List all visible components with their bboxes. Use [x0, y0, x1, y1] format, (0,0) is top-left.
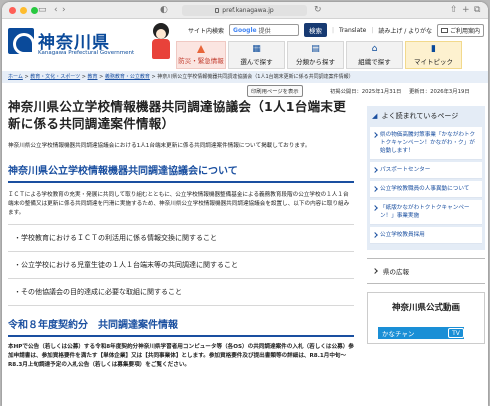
activities-list: ・学校教育におけるＩＣＴの利活用に係る情報交換に関すること ・公立学校における児… [8, 224, 354, 306]
bookmark-icon: ▮ [431, 43, 436, 54]
nav-label: 選んで探す [240, 57, 273, 66]
section-heading-council: 神奈川県公立学校情報機器共同調達協議会について [8, 162, 354, 183]
lock-icon [215, 8, 220, 13]
grid-icon: ▦ [252, 43, 261, 54]
popular-pages: ◢ よく読まれているページ 県の物価高騰対策事業「かながわトクトクキャンペーン！… [367, 106, 485, 250]
emergency-info-button[interactable]: 防災・緊急情報 [176, 41, 226, 69]
url-text: pref.kanagawa.jp [222, 7, 274, 14]
emergency-label: 防災・緊急情報 [178, 57, 224, 65]
sidebar: ◢ よく読まれているページ 県の物価高騰対策事業「かながわトクトクキャンペーン！… [367, 106, 485, 344]
sidebar-toggle-icon[interactable]: ▭ [38, 4, 47, 16]
video-title: 神奈川県公式動画 [391, 303, 460, 313]
popular-link[interactable]: 県の物価高騰対策事業「かながわトクトクキャンペーン！かながわ・ク」が始動します！ [370, 127, 482, 160]
organization-icon: ⌂ [371, 43, 378, 54]
page-meta: 印刷用ページを表示 初掲公開日：2025年1月31日 更新日：2026年3月19… [2, 84, 488, 97]
council-description: ＩＣＴによる学校教育の充実・発展に共同して取り組むとともに、公立学校情報機器整備… [8, 192, 350, 216]
back-icon[interactable]: ‹ [54, 4, 58, 16]
nav-select-search[interactable]: ▦ 選んで探す [228, 41, 285, 69]
shield-icon[interactable]: ◐ [160, 4, 168, 16]
breadcrumb-home[interactable]: ホーム [8, 74, 23, 80]
video-banner-label: かなチャン [382, 330, 415, 338]
forward-icon[interactable]: › [62, 4, 66, 16]
category-icon: ▤ [311, 43, 320, 54]
breadcrumb-education-culture[interactable]: 教育・文化・スポーツ [30, 74, 80, 80]
browser-toolbar: ▭ ‹ › ◐ pref.kanagawa.jp ↻ ⇧ + ⧉ [2, 2, 488, 19]
list-item: ・公立学校における児童生徒の１人１台端末等の共同調達に関すること [8, 252, 354, 279]
share-icon[interactable]: ⇧ [450, 4, 458, 16]
popular-link[interactable]: 公立学校教員採用 [370, 227, 482, 244]
logo-sub: Kanagawa Prefectural Government [38, 50, 135, 56]
public-relations-link[interactable]: 県の広報 [367, 258, 485, 284]
global-nav: 防災・緊急情報 ▦ 選んで探す ▤ 分類から探す ⌂ 組織で探す ▮ マイトピッ… [176, 41, 462, 69]
site-logo[interactable]: 神奈川県 Kanagawa Prefectural Government [6, 22, 141, 64]
popular-link[interactable]: パスポートセンター [370, 162, 482, 179]
nav-my-topic[interactable]: ▮ マイトピック [405, 41, 462, 69]
translate-link[interactable]: Translate [339, 27, 366, 34]
list-item: ・その他協議会の目的達成に必要な取組に関すること [8, 279, 354, 306]
search-button[interactable]: 検索 [304, 23, 328, 37]
lead-text: 神奈川県公立学校情報機器共同調達協議会における1人1台端末更新に係る共同調達案件… [8, 143, 311, 149]
section-heading-procurement: 令和８年度契約分 共同調達案件情報 [8, 316, 354, 337]
browser-window: ▭ ‹ › ◐ pref.kanagawa.jp ↻ ⇧ + ⧉ 神奈川県 Ka… [2, 2, 488, 406]
site-search-label: サイト内検索 [188, 27, 225, 35]
kanachan-tv-banner: かなチャン TV [378, 327, 464, 339]
new-tab-icon[interactable]: + [462, 4, 470, 16]
warning-icon [197, 45, 205, 53]
reload-icon[interactable]: ↻ [314, 4, 322, 16]
close-window-button[interactable] [9, 7, 16, 14]
published-date: 初掲公開日：2025年1月31日 [330, 89, 402, 95]
site-header: 神奈川県 Kanagawa Prefectural Government サイト… [2, 19, 488, 71]
official-video-banner[interactable]: 神奈川県公式動画 かなチャン TV [367, 292, 485, 344]
mail-icon [441, 27, 449, 33]
popular-link[interactable]: 「紙版かながわトクトクキャンペーン！」事業実施 [370, 200, 482, 225]
window-controls [9, 7, 38, 14]
nav-organization-search[interactable]: ⌂ 組織で探す [346, 41, 403, 69]
tabs-overview-icon[interactable]: ⧉ [474, 4, 480, 16]
search-suffix: 提供 [258, 27, 271, 35]
prefecture-emblem-icon [8, 28, 35, 55]
breadcrumb-public-education[interactable]: 義務教育・公立教育 [105, 74, 150, 80]
procurement-description: 本HPで公告（若しくは公募）する令和8年度契約分神奈川県学習者用コンピュータ等（… [8, 344, 354, 368]
zoom-window-button[interactable] [31, 7, 38, 14]
minimize-window-button[interactable] [20, 7, 27, 14]
popular-link[interactable]: 公立学校教職員の人事異動について [370, 181, 482, 198]
breadcrumb: ホーム > 教育・文化・スポーツ > 教育 > 義務教育・公立教育 > 神奈川県… [2, 71, 488, 83]
breadcrumb-current: 神奈川県公立学校情報機器共同調達協議会（1人1台端末更新に係る共同調達案件情報） [157, 74, 354, 80]
breadcrumb-education[interactable]: 教育 [88, 74, 98, 80]
address-bar[interactable]: pref.kanagawa.jp [182, 5, 307, 16]
nav-category-search[interactable]: ▤ 分類から探す [287, 41, 344, 69]
popular-pages-label: よく読まれているページ [381, 112, 459, 120]
nav-label: マイトピック [414, 57, 453, 66]
main-content: 神奈川県公立学校情報機器共同調達協議会（1人1台端末更新に係る共同調達案件情報）… [8, 98, 354, 370]
furigana-link[interactable]: 読み上げ / よりがな [378, 26, 432, 35]
print-button[interactable]: 印刷用ページを表示 [247, 85, 303, 97]
search-input[interactable]: Google 提供 [229, 24, 300, 36]
updated-date: 更新日：2026年3月19日 [408, 89, 470, 95]
mascot-image [150, 23, 172, 61]
nav-label: 分類から探す [296, 57, 335, 66]
guide-link[interactable]: ご利用案内 [437, 23, 485, 37]
header-tools: サイト内検索 Google 提供 検索 | Translate | 読み上げ /… [188, 23, 485, 37]
google-logo: Google [233, 26, 257, 34]
page-dates: 初掲公開日：2025年1月31日 更新日：2026年3月19日 [330, 87, 470, 95]
popular-pages-title: ◢ よく読まれているページ [370, 110, 482, 125]
popular-pages-icon: ◢ [372, 112, 378, 120]
guide-link-label: ご利用案内 [450, 27, 481, 35]
nav-label: 組織で探す [358, 57, 391, 66]
list-item: ・学校教育におけるＩＣＴの利活用に係る情報交換に関すること [8, 225, 354, 252]
page-title: 神奈川県公立学校情報機器共同調達協議会（1人1台端末更新に係る共同調達案件情報） [8, 99, 346, 131]
tv-icon: TV [448, 328, 464, 338]
